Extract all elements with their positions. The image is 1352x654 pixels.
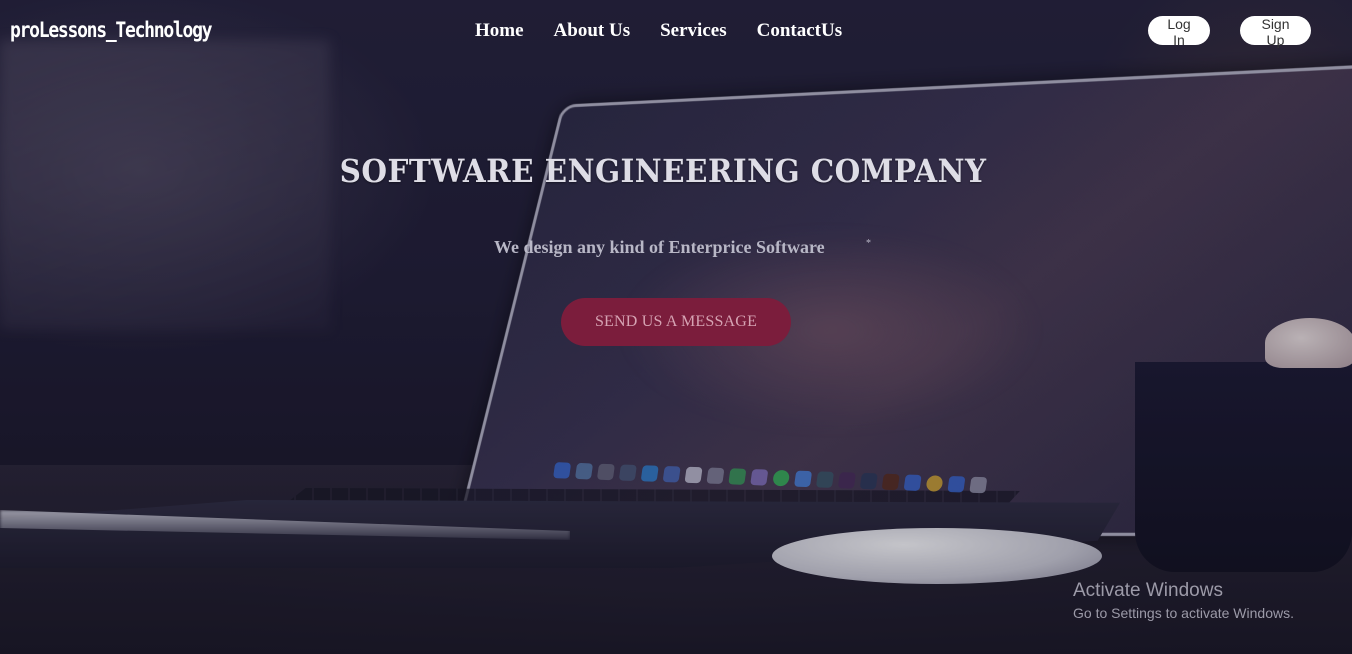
send-message-button[interactable]: SEND US A MESSAGE <box>561 298 791 346</box>
activate-windows-title: Activate Windows <box>1073 580 1223 601</box>
nav-services[interactable]: Services <box>660 20 726 42</box>
nav-contact-us[interactable]: ContactUs <box>757 20 843 42</box>
nav-about-us[interactable]: About Us <box>554 20 631 42</box>
hero-title: SOFTWARE ENGINEERING COMPANY <box>339 152 987 190</box>
hero-subtitle: We design any kind of Enterprice Softwar… <box>494 237 825 257</box>
main-nav: Home About Us Services ContactUs <box>475 20 842 42</box>
signup-button[interactable]: Sign Up <box>1240 16 1311 48</box>
brand-logo[interactable]: proLessons_Technology <box>10 18 213 42</box>
login-button[interactable]: Log In <box>1148 16 1210 48</box>
nav-home[interactable]: Home <box>475 20 524 42</box>
activate-windows-subtitle: Go to Settings to activate Windows. <box>1073 605 1294 621</box>
subtitle-mark: * <box>866 238 871 249</box>
